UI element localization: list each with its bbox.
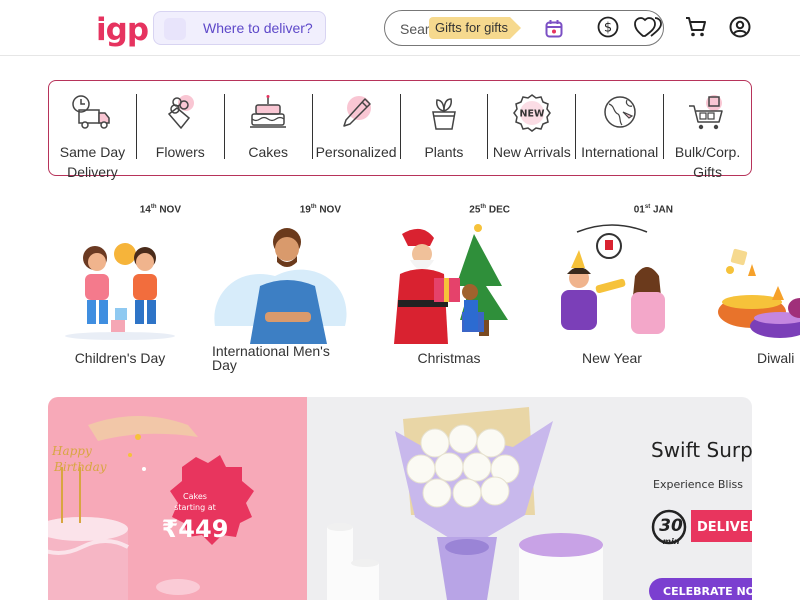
occasion-date: 14th NOV (139, 204, 181, 216)
location-pin-icon (164, 18, 186, 40)
category-strip: Same Day Delivery Flowers Cakes Personal… (48, 80, 752, 180)
category-label: Plants (424, 144, 464, 160)
occasion-name: Christmas (417, 350, 481, 366)
diwali-illustration (718, 248, 800, 338)
occasion-childrens-day[interactable]: 14th NOV Children's Day (45, 200, 195, 370)
swift-banner-subtitle: Experience Bliss (653, 478, 743, 491)
occasion-diwali[interactable]: Diwali (702, 200, 800, 370)
category-label: Personalized (315, 144, 397, 160)
swift-badge-number: 30 (659, 516, 683, 536)
search-bar[interactable]: Search Gifts for gifts (384, 10, 664, 46)
cake-offer-banner[interactable]: Happy Birthday Cakes starting at ₹449 (48, 397, 307, 600)
occasion-new-year[interactable]: 01st JAN New Year (537, 200, 687, 370)
plant-icon (432, 98, 456, 130)
category-label: New Arrivals (492, 144, 571, 160)
christmas-illustration (394, 224, 508, 344)
pencil-icon (343, 96, 372, 127)
mens-day-illustration (214, 228, 347, 344)
category-international[interactable]: International (576, 94, 665, 160)
occasion-international-mens-day[interactable]: 19th NOV International Men's Day (205, 200, 355, 373)
category-same-day-delivery[interactable]: Same Day Delivery (49, 94, 137, 180)
category-label: Same Day Delivery (59, 144, 126, 180)
occasion-date: 25th DEC (469, 204, 510, 216)
cake-offer-price: ₹449 (162, 515, 229, 543)
swift-banner-art: Swift Surp Experience Bliss 30 min DELIV… (327, 407, 752, 600)
flowers-icon (168, 95, 195, 130)
bulk-cart-icon (688, 95, 723, 130)
deliver-location-button[interactable]: Where to deliver? (153, 11, 326, 45)
swift-badge-unit: min (663, 537, 680, 546)
category-label: Bulk/Corp. Gifts (674, 144, 741, 180)
celebrate-now-button[interactable]: CELEBRATE NOW (663, 585, 752, 598)
childrens-day-illustration (65, 243, 175, 340)
category-cakes[interactable]: Cakes (225, 94, 313, 160)
svg-text:NEW: NEW (519, 109, 544, 120)
swift-badge-label: DELIVERY (697, 520, 752, 535)
cart-icon[interactable] (685, 16, 707, 38)
cake-topper-birthday: Birthday (53, 460, 107, 474)
cake-banner-art: Happy Birthday Cakes starting at ₹449 (48, 416, 254, 600)
occasion-name: New Year (582, 350, 642, 366)
category-plants[interactable]: Plants (401, 94, 489, 160)
category-label: Flowers (155, 144, 205, 160)
igp-logo[interactable]: igp (96, 12, 149, 48)
category-flowers[interactable]: Flowers (137, 94, 225, 160)
new-year-illustration (561, 224, 665, 334)
category-label: Cakes (248, 144, 289, 160)
cake-offer-line2: starting at (174, 503, 216, 512)
occasion-date: 19th NOV (299, 204, 341, 216)
deliver-location-label: Where to deliver? (203, 20, 313, 36)
new-badge-icon: NEW (512, 94, 551, 132)
occasion-date: 01st JAN (633, 204, 673, 216)
delivery-truck-icon (72, 95, 111, 129)
occasion-name: Diwali (757, 350, 795, 366)
occasion-name: International Men's Day (212, 343, 330, 373)
category-bulk-corp-gifts[interactable]: Bulk/Corp. Gifts (664, 94, 751, 180)
top-header: igp Where to deliver? Search Gifts for g… (0, 0, 800, 56)
category-personalized[interactable]: Personalized (313, 94, 401, 160)
account-icon[interactable] (729, 16, 751, 38)
occasion-name: Children's Day (74, 350, 166, 366)
calendar-icon[interactable] (545, 19, 563, 39)
cake-topper-happy: Happy (51, 444, 92, 458)
cake-icon (250, 95, 287, 128)
occasion-christmas[interactable]: 25th DEC Christmas (374, 200, 524, 370)
svg-text:$: $ (604, 21, 612, 36)
globe-icon (603, 96, 636, 128)
category-new-arrivals[interactable]: NEW New Arrivals (488, 94, 577, 160)
cake-offer-line1: Cakes (183, 492, 207, 501)
search-hint-tag: Gifts for gifts (429, 17, 521, 39)
heart-icon[interactable] (634, 16, 664, 38)
currency-icon[interactable]: $ (597, 16, 619, 38)
swift-banner-title: Swift Surp (651, 438, 752, 462)
swift-delivery-banner[interactable]: Swift Surp Experience Bliss 30 min DELIV… (307, 397, 752, 600)
category-label: International (581, 144, 659, 160)
